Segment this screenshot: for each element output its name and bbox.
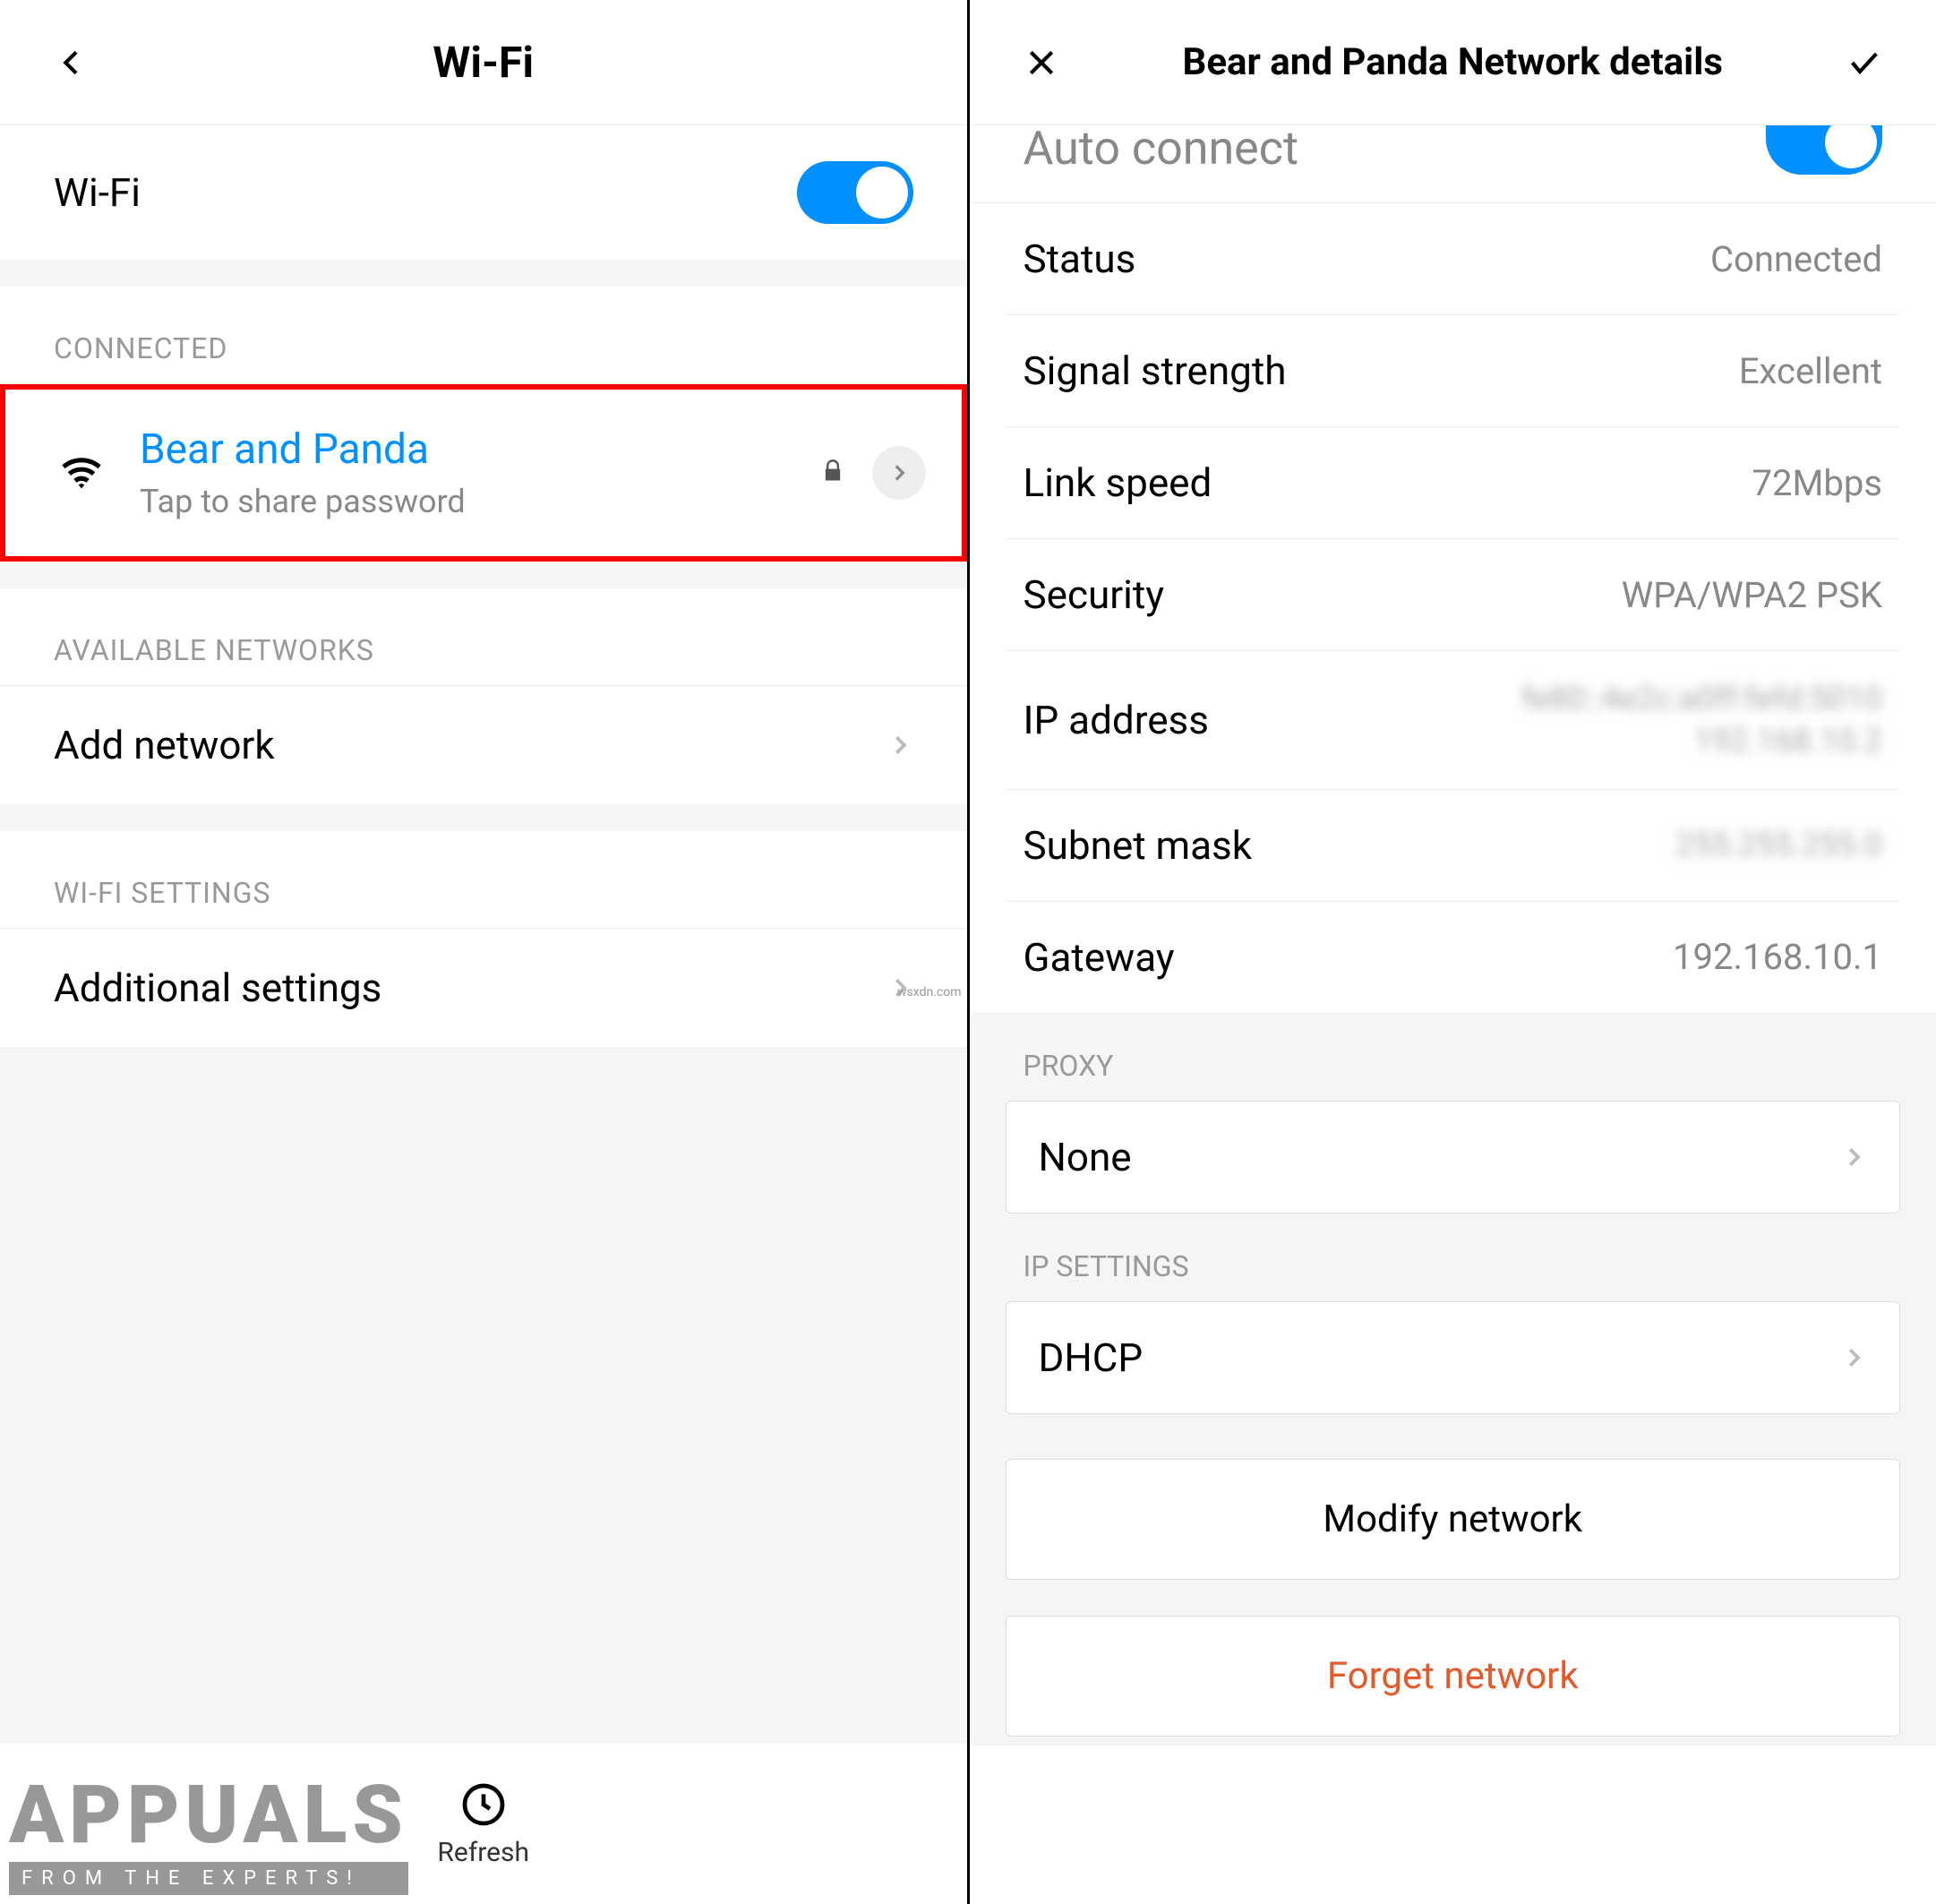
network-name: Bear and Panda: [140, 425, 820, 474]
details-header-title: Bear and Panda Network details: [1068, 40, 1838, 84]
wifi-header-title: Wi-Fi: [99, 37, 869, 88]
gateway-label: Gateway: [1024, 934, 1674, 981]
refresh-button[interactable]: Refresh: [437, 1780, 529, 1868]
auto-connect-toggle[interactable]: [1766, 125, 1882, 175]
wifi-header: Wi-Fi: [0, 0, 967, 125]
forget-network-button[interactable]: Forget network: [1006, 1616, 1901, 1737]
confirm-icon[interactable]: [1837, 36, 1891, 90]
proxy-section: PROXY None IP SETTINGS DHCP Modify netwo…: [970, 1013, 1936, 1745]
refresh-label: Refresh: [437, 1837, 529, 1868]
wifi-toggle[interactable]: [797, 161, 913, 224]
appuals-watermark: APPUALS FROM THE EXPERTS!: [9, 1768, 408, 1895]
gateway-row: Gateway 192.168.10.1: [970, 902, 1936, 1013]
lock-icon: [820, 459, 845, 487]
wsx-watermark: wsxdn.com: [897, 985, 961, 999]
proxy-value: None: [1039, 1134, 1841, 1180]
proxy-header: PROXY: [970, 1040, 1936, 1101]
subnet-value-blurred: 255.255.255.0: [1675, 824, 1882, 866]
subnet-label: Subnet mask: [1024, 822, 1676, 869]
empty-fill: wsxdn.com: [0, 1047, 967, 1744]
ip-blur-line1: fe80::4e2c:a0ff:fefd:5010: [1521, 678, 1882, 720]
additional-settings-label: Additional settings: [54, 965, 887, 1011]
header-spacer: [869, 36, 922, 90]
ip-blur-line2: 192.168.10.2: [1521, 720, 1882, 762]
gateway-value-text: 192.168.10.1: [1673, 936, 1882, 978]
status-value: Connected: [1710, 238, 1882, 280]
auto-connect-label: Auto connect: [1024, 121, 1767, 176]
status-row: Status Connected: [970, 203, 1936, 314]
subnet-row: Subnet mask 255.255.255.0: [970, 790, 1936, 901]
close-icon[interactable]: [1015, 36, 1068, 90]
wifi-toggle-row[interactable]: Wi-Fi: [0, 125, 967, 260]
add-network-row[interactable]: Add network: [0, 686, 967, 804]
toggle-knob: [1825, 125, 1877, 168]
connected-section-header: CONNECTED: [0, 287, 967, 384]
proxy-dropdown[interactable]: None: [1006, 1101, 1901, 1214]
watermark-main: APPUALS: [9, 1768, 408, 1862]
security-value: WPA/WPA2 PSK: [1622, 574, 1882, 616]
wifi-signal-icon: [50, 450, 113, 496]
chevron-right-icon: [887, 732, 913, 759]
watermark-sub: FROM THE EXPERTS!: [9, 1862, 408, 1895]
toggle-knob: [856, 167, 908, 219]
wifi-toggle-label: Wi-Fi: [54, 169, 797, 216]
wifi-settings-section-header: WI-FI SETTINGS: [0, 831, 967, 929]
add-network-label: Add network: [54, 722, 887, 768]
speed-value: 72Mbps: [1752, 462, 1882, 504]
network-details-pane: Bear and Panda Network details Auto conn…: [970, 0, 1936, 1904]
auto-connect-row[interactable]: Auto connect: [970, 125, 1936, 203]
wifi-settings-pane: Wi-Fi Wi-Fi CONNECTED Bear and Panda Tap…: [0, 0, 970, 1904]
speed-label: Link speed: [1024, 459, 1752, 506]
back-icon[interactable]: [45, 36, 99, 90]
network-text: Bear and Panda Tap to share password: [140, 425, 820, 520]
available-section-header: AVAILABLE NETWORKS: [0, 588, 967, 686]
security-row: Security WPA/WPA2 PSK: [970, 539, 1936, 650]
additional-settings-row[interactable]: Additional settings: [0, 929, 967, 1047]
ip-label: IP address: [1024, 697, 1522, 743]
signal-row: Signal strength Excellent: [970, 315, 1936, 426]
chevron-right-icon: [1840, 1344, 1867, 1371]
connected-network-item[interactable]: Bear and Panda Tap to share password: [0, 384, 967, 562]
ip-settings-header: IP SETTINGS: [970, 1240, 1936, 1301]
network-subtitle: Tap to share password: [140, 483, 820, 520]
security-label: Security: [1024, 571, 1622, 618]
chevron-right-icon: [1840, 1144, 1867, 1171]
details-header: Bear and Panda Network details: [970, 0, 1936, 125]
gateway-value: 192.168.10.1: [1673, 936, 1882, 978]
signal-value: Excellent: [1739, 350, 1882, 392]
bottom-bar: APPUALS FROM THE EXPERTS! Refresh: [0, 1744, 967, 1904]
speed-row: Link speed 72Mbps: [970, 427, 1936, 538]
signal-label: Signal strength: [1024, 347, 1739, 394]
network-details-button[interactable]: [872, 446, 926, 500]
modify-network-button[interactable]: Modify network: [1006, 1459, 1901, 1580]
ip-settings-value: DHCP: [1039, 1334, 1841, 1381]
ip-row: IP address fe80::4e2c:a0ff:fefd:5010 192…: [970, 651, 1936, 789]
status-label: Status: [1024, 236, 1710, 282]
ip-settings-dropdown[interactable]: DHCP: [1006, 1301, 1901, 1414]
ip-value-blurred: fe80::4e2c:a0ff:fefd:5010 192.168.10.2: [1521, 678, 1882, 762]
